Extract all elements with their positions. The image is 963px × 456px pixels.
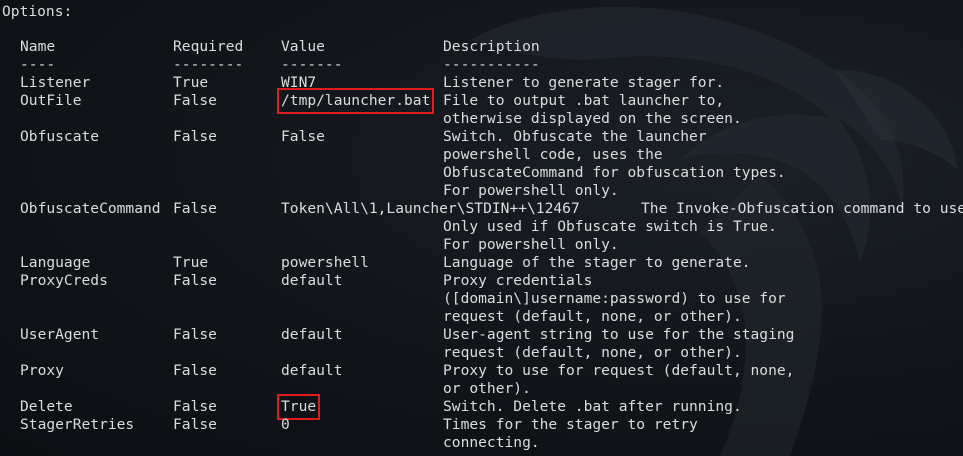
option-description-line: For powershell only.	[443, 236, 619, 253]
option-description-line: request (default, none, or other).	[443, 308, 742, 325]
option-name: StagerRetries	[20, 416, 135, 433]
column-rule-description: -----------	[443, 56, 540, 73]
option-required: False	[173, 272, 217, 289]
option-description-line: connecting.	[443, 434, 540, 451]
option-description-line: User-agent string to use for the staging	[443, 326, 795, 343]
option-required: False	[173, 128, 217, 145]
option-name: Obfuscate	[20, 128, 100, 145]
option-description-line: powershell code, uses the	[443, 146, 663, 163]
option-description-line: Proxy credentials	[443, 272, 593, 289]
option-description-line: ([domain\]username:password) to use for	[443, 290, 786, 307]
column-header-required: Required	[173, 38, 244, 55]
option-description-line: or other).	[443, 380, 531, 397]
column-header-description: Description	[443, 38, 540, 55]
option-value: powershell	[281, 254, 369, 271]
option-description-line: For powershell only.	[443, 182, 619, 199]
option-name: ObfuscateCommand	[20, 200, 161, 217]
option-value: default	[281, 272, 343, 289]
option-name: Proxy	[20, 362, 64, 379]
option-description-line: request (default, none, or other).	[443, 344, 742, 361]
terminal-window[interactable]: Options: Name Required Value Description…	[0, 0, 963, 456]
option-required: True	[173, 74, 209, 91]
option-name: OutFile	[20, 92, 82, 109]
option-description-line: The Invoke-Obfuscation command to use.	[641, 200, 963, 217]
option-name: Language	[20, 254, 91, 271]
option-description-line: Switch. Delete .bat after running.	[443, 398, 742, 415]
option-description-line: Times for the stager to retry	[443, 416, 698, 433]
option-description-line: otherwise displayed on the screen.	[443, 110, 742, 127]
column-header-value: Value	[281, 38, 325, 55]
option-description-line: ObfuscateCommand for obfuscation types.	[443, 164, 786, 181]
column-rule-name: ----	[20, 56, 56, 73]
option-name: Delete	[20, 398, 73, 415]
option-value: WIN7	[281, 74, 317, 91]
option-required: False	[173, 326, 217, 343]
option-name: UserAgent	[20, 326, 100, 343]
option-required: False	[173, 362, 217, 379]
option-required: False	[173, 398, 217, 415]
option-value: False	[281, 128, 325, 145]
option-value: default	[281, 362, 343, 379]
option-required: False	[173, 416, 217, 433]
option-value: default	[281, 326, 343, 343]
option-description-line: File to output .bat launcher to,	[443, 92, 725, 109]
column-rule-required: --------	[173, 56, 244, 73]
option-required: False	[173, 92, 217, 109]
column-header-name: Name	[20, 38, 56, 55]
option-value-highlighted: True	[276, 394, 321, 420]
option-description-line: Proxy to use for request (default, none,	[443, 362, 795, 379]
option-value: Token\All\1,Launcher\STDIN++\12467	[281, 200, 580, 217]
options-header: Options:	[2, 3, 73, 20]
option-value-highlighted: /tmp/launcher.bat	[276, 88, 435, 114]
option-description-line: Listener to generate stager for.	[443, 74, 725, 91]
option-description-line: Switch. Obfuscate the launcher	[443, 128, 707, 145]
option-required: False	[173, 200, 217, 217]
option-description-line: Language of the stager to generate.	[443, 254, 751, 271]
option-value: 0	[281, 416, 290, 433]
option-name: ProxyCreds	[20, 272, 108, 289]
option-required: True	[173, 254, 209, 271]
column-rule-value: -------	[281, 56, 343, 73]
option-name: Listener	[20, 74, 91, 91]
option-description-line: Only used if Obfuscate switch is True.	[443, 218, 777, 235]
